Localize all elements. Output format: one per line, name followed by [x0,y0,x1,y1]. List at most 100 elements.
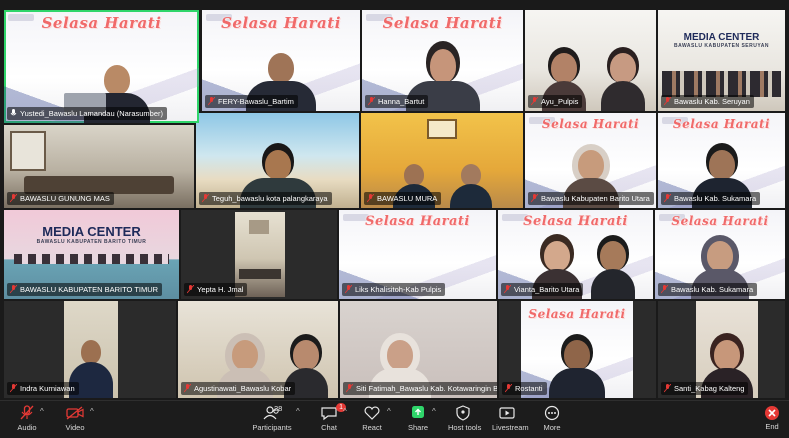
mic-icon [504,285,511,294]
mic-icon [10,384,17,393]
video-tile[interactable]: Santi_Kabag Kalteng [658,301,785,398]
participant-name-label: Yustedi_Bawaslu Lamandau (Narasumber) [7,107,167,120]
video-tile[interactable]: MEDIA CENTER BAWASLU KABUPATEN SERUYAN Ba… [658,10,785,111]
video-tile[interactable]: Selasa Harati Liks Khalisitoh-Kab Pulpis [339,210,496,299]
slide-banner: Selasa Harati [528,307,626,321]
video-tile[interactable]: MEDIA CENTER BAWASLU KABUPATEN BARITO TIM… [4,210,179,299]
video-tile[interactable]: Agustinawati_Bawaslu Kobar [178,301,338,398]
video-tile[interactable]: Selasa Harati Yustedi_Bawaslu Lamandau (… [4,10,199,123]
video-tile[interactable]: Siti Fatimah_Bawaslu Kab. Kotawaringin B… [340,301,497,398]
host-tools-label: Host tools [448,423,482,432]
shield-icon [456,405,470,421]
slide-banner: Selasa Harati [221,14,341,32]
video-tile[interactable]: Selasa Harati Hanna_Bartut [362,10,523,111]
participants-button[interactable]: 28 Participants [252,404,292,435]
react-button[interactable]: React [360,405,384,435]
participant-name-label: Yepta H. Jmal [184,283,248,296]
video-label: Video [65,423,85,432]
participant-name-label: Siti Fatimah_Bawaslu Kab. Kotawaringin B… [343,382,497,395]
slide-banner: Selasa Harati [672,117,771,131]
mic-icon [10,285,17,294]
mic-icon [531,97,538,106]
slide-banner: Selasa Harati [365,214,470,229]
video-tile[interactable]: Selasa Harati Vianta_Barito Utara [498,210,653,299]
slide-banner: Selasa Harati [523,214,628,229]
video-tile[interactable]: Indra Kurniawan [4,301,176,398]
slide-banner: Selasa Harati [541,117,640,131]
video-tile[interactable]: Selasa Harati FERY-Bawaslu_Bartim [202,10,360,111]
participant-name-label: BAWASLU KABUPATEN BARITO TIMUR [7,283,163,296]
video-tile[interactable]: Selasa Harati Rostanti [499,301,656,398]
livestream-button[interactable]: Livestream [492,405,529,435]
audio-button[interactable]: Audio [12,405,42,435]
chat-button[interactable]: 1 Chat [318,403,346,435]
video-tile[interactable]: Teguh_bawaslu kota palangkaraya [196,113,359,208]
participant-video [549,340,605,398]
livestream-label: Livestream [492,423,529,432]
video-options-caret[interactable]: ^ [90,407,94,416]
video-tile[interactable]: Yepta H. Jmal [181,210,337,299]
video-button[interactable]: Video [60,405,90,435]
mic-icon [664,97,671,106]
mic-icon [10,194,17,203]
react-label: React [362,423,382,432]
participants-row [662,71,781,97]
video-tile[interactable]: Selasa Harati Bawaslu Kab. Sukamara [655,210,785,299]
participant-name-label: Bawaslu Kab. Sukamara [658,283,758,296]
audio-options-caret[interactable]: ^ [40,407,44,416]
participants-options-caret[interactable]: ^ [296,407,300,416]
slide-banner: Selasa Harati [41,14,162,32]
livestream-icon [499,407,515,419]
participant-name-label: Teguh_bawaslu kota palangkaraya [199,192,332,205]
video-tile[interactable]: Selasa Harati Bawaslu Kab. Sukamara [658,113,785,208]
mic-icon [368,97,375,106]
slide-banner: Selasa Harati [382,14,503,32]
participant-name-label: Bawaslu Kab. Sukamara [661,192,761,205]
wall-frame [249,220,269,234]
meeting-toolbar: Audio ^ Video ^ 28 Participants ^ 1 Chat… [0,400,789,438]
react-options-caret[interactable]: ^ [387,407,391,416]
participants-count: 28 [274,404,283,413]
wall-frame [427,119,457,139]
participant-name-label: Hanna_Bartut [365,95,429,108]
participant-name-label: Indra Kurniawan [7,382,79,395]
video-grid: Selasa Harati Yustedi_Bawaslu Lamandau (… [0,0,789,400]
share-label: Share [407,423,428,432]
end-label: End [765,422,779,431]
share-button[interactable]: Share [406,405,430,435]
slide-banner: Selasa Harati [671,214,769,228]
mic-icon [345,285,352,294]
host-tools-button[interactable]: Host tools [448,405,482,435]
end-call-icon [765,406,779,420]
participant-name-label: FERY-Bawaslu_Bartim [205,95,298,108]
video-tile[interactable]: BAWASLU GUNUNG MAS [4,125,194,208]
video-tile[interactable]: BAWASLU MURA [361,113,523,208]
participant-name-label: BAWASLU MURA [364,192,442,205]
participant-name-label: Agustinawati_Bawaslu Kobar [181,382,296,395]
participant-video [601,53,646,111]
more-icon [544,405,560,421]
participant-name-label: Liks Khalisitoh-Kab Pulpis [342,283,446,296]
participant-name-label: BAWASLU GUNUNG MAS [7,192,114,205]
mic-icon [187,285,194,294]
mic-icon [531,194,538,203]
mic-icon [202,194,209,203]
video-camera-icon [66,406,84,420]
mic-icon [664,384,671,393]
mic-icon [346,384,353,393]
chat-options-caret[interactable]: ^ [343,407,347,416]
participants-row [14,254,169,264]
participant-video [590,241,635,299]
end-button[interactable]: End [760,405,784,435]
video-tile[interactable]: Ayu_Pulpis [525,10,656,111]
share-options-caret[interactable]: ^ [432,407,436,416]
mic-icon [661,285,668,294]
media-center-sign: MEDIA CENTER BAWASLU KABUPATEN SERUYAN [674,32,769,49]
video-tile[interactable]: Selasa Harati Bawaslu Kabupaten Barito U… [525,113,656,208]
more-button[interactable]: More [540,405,564,435]
microphone-icon [20,405,34,420]
share-screen-icon [412,406,424,418]
participant-name-label: Ayu_Pulpis [528,95,583,108]
audio-label: Audio [17,423,37,432]
media-center-sign: MEDIA CENTER BAWASLU KABUPATEN BARITO TIM… [36,224,147,245]
